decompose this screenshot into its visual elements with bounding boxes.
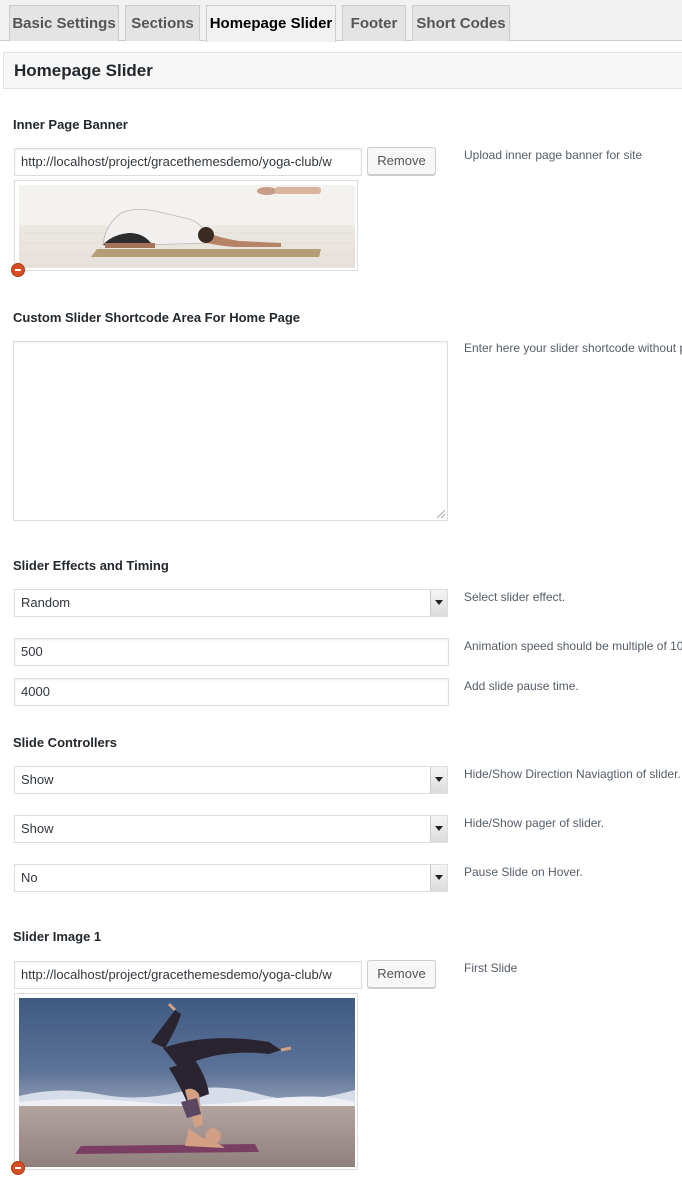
slider-effect-select[interactable]: Random — [14, 589, 448, 617]
tab-footer[interactable]: Footer — [342, 5, 406, 41]
inner-banner-thumbnail — [14, 180, 358, 271]
effects-heading: Slider Effects and Timing — [13, 558, 169, 573]
tab-bar: Basic Settings Sections Homepage Slider … — [0, 0, 682, 42]
slider-effect-value: Random — [21, 595, 71, 610]
tab-basic-settings[interactable]: Basic Settings — [9, 5, 119, 41]
direction-nav-value: Show — [21, 772, 54, 787]
slider-effect-description: Select slider effect. — [464, 590, 566, 604]
pager-select[interactable]: Show — [14, 815, 448, 843]
slide1-description: First Slide — [464, 961, 518, 975]
section-title: Homepage Slider — [3, 52, 682, 89]
inner-banner-description: Upload inner page banner for site — [464, 148, 643, 162]
slide1-url-field[interactable]: http://localhost/project/gracethemesdemo… — [14, 961, 362, 989]
shortcode-heading: Custom Slider Shortcode Area For Home Pa… — [13, 310, 301, 325]
direction-nav-select[interactable]: Show — [14, 766, 448, 794]
dropdown-arrow-icon[interactable] — [430, 865, 447, 891]
inner-banner-url-field[interactable]: http://localhost/project/gracethemesdemo… — [14, 148, 362, 176]
slide1-remove-icon[interactable] — [11, 1161, 25, 1175]
pager-description: Hide/Show pager of slider. — [464, 816, 605, 830]
tab-short-codes[interactable]: Short Codes — [412, 5, 510, 41]
tab-sections[interactable]: Sections — [125, 5, 200, 41]
dropdown-arrow-icon[interactable] — [430, 816, 447, 842]
inner-banner-remove-icon[interactable] — [11, 263, 25, 277]
pause-hover-value: No — [21, 870, 38, 885]
animation-speed-field[interactable]: 500 — [14, 638, 449, 666]
shortcode-description: Enter here your slider shortcode without… — [464, 341, 682, 355]
shortcode-textarea[interactable] — [13, 341, 448, 521]
inner-banner-remove-button[interactable]: Remove — [367, 147, 436, 175]
pause-hover-description: Pause Slide on Hover. — [464, 865, 583, 879]
direction-nav-description: Hide/Show Direction Naviagtion of slider… — [464, 767, 681, 781]
dropdown-arrow-icon[interactable] — [430, 767, 447, 793]
yoga-banner-image — [19, 185, 355, 268]
dropdown-arrow-icon[interactable] — [430, 590, 447, 616]
resize-grip-icon[interactable] — [437, 510, 445, 518]
inner-banner-heading: Inner Page Banner — [13, 117, 128, 132]
pause-hover-select[interactable]: No — [14, 864, 448, 892]
yoga-beach-image — [19, 998, 355, 1167]
pause-time-description: Add slide pause time. — [464, 679, 579, 693]
slide1-remove-button[interactable]: Remove — [367, 960, 436, 988]
tab-homepage-slider[interactable]: Homepage Slider — [206, 5, 336, 42]
slide1-thumbnail — [14, 993, 358, 1170]
settings-page: Basic Settings Sections Homepage Slider … — [0, 0, 682, 1180]
pager-value: Show — [21, 821, 54, 836]
pause-time-field[interactable]: 4000 — [14, 678, 449, 706]
controllers-heading: Slide Controllers — [13, 735, 118, 750]
animation-speed-description: Animation speed should be multiple of 10 — [464, 639, 682, 653]
slide1-heading: Slider Image 1 — [13, 929, 102, 944]
